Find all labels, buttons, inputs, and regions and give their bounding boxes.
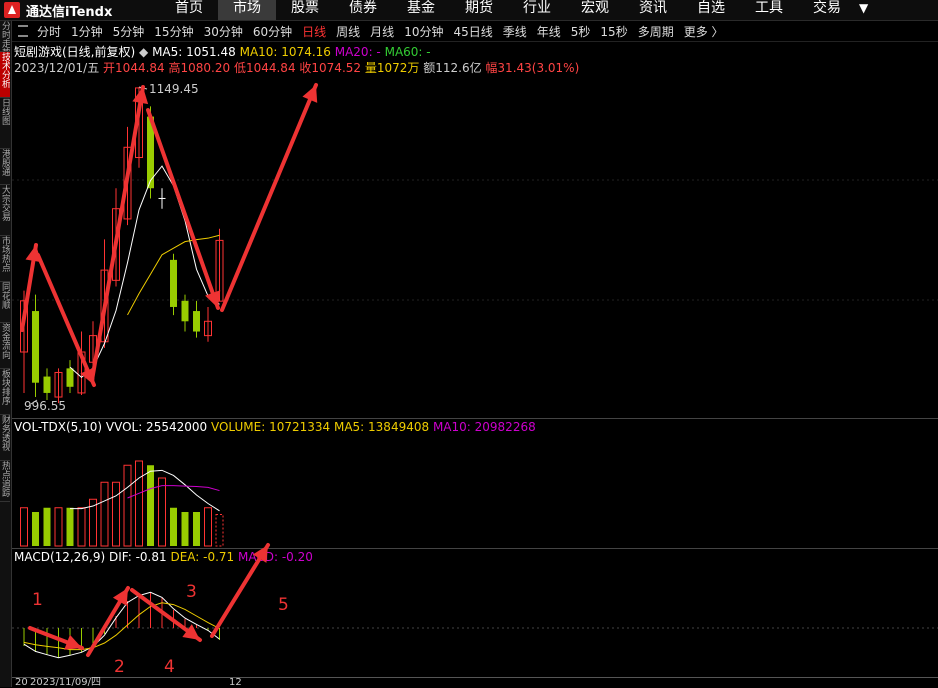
volume-bar	[66, 507, 74, 546]
candle-body	[32, 311, 39, 383]
annotation-label: 5	[278, 595, 289, 615]
volume-bar	[20, 507, 28, 547]
volume-bar	[32, 512, 39, 546]
candle-body	[170, 259, 177, 307]
volume-bar	[54, 507, 63, 547]
time-axis: 20 2023/11/09/四 12	[12, 677, 938, 688]
candle-body	[193, 311, 200, 332]
volume-bar	[193, 512, 200, 546]
annotation-arrow	[36, 253, 96, 387]
max-price-label: 1149.45	[149, 82, 199, 96]
volume-bar	[158, 477, 166, 547]
volume-bar	[215, 514, 224, 547]
kline-chart[interactable]: 1149.45 996.55 1 2 3 4 5	[0, 0, 938, 687]
volume-bar	[135, 460, 143, 547]
volume-bar	[170, 507, 177, 546]
vol-ma10-line	[127, 485, 220, 499]
min-price-label: 996.55	[24, 399, 66, 413]
volume-bar	[123, 464, 132, 547]
annotation-arrow	[220, 83, 318, 312]
arrow-head-icon	[132, 87, 149, 105]
volume-bar	[204, 507, 212, 547]
volume-bar	[181, 512, 189, 546]
annotation-label: 3	[186, 582, 197, 602]
annotation-arrow	[210, 543, 270, 638]
volume-bar	[112, 481, 120, 547]
annotation-label: 4	[164, 657, 175, 677]
volume-bar	[100, 481, 109, 547]
volume-bar	[77, 507, 86, 547]
annotation-label: 2	[114, 657, 125, 677]
annotation-arrow	[146, 108, 220, 310]
annotation-arrow	[90, 85, 145, 382]
annotation-label: 1	[32, 590, 43, 610]
candle-body	[43, 376, 51, 393]
ma5-line	[69, 165, 220, 379]
volume-bar	[147, 465, 154, 546]
volume-bar	[43, 507, 51, 546]
candle-body	[181, 300, 189, 322]
candle-body	[66, 368, 74, 387]
